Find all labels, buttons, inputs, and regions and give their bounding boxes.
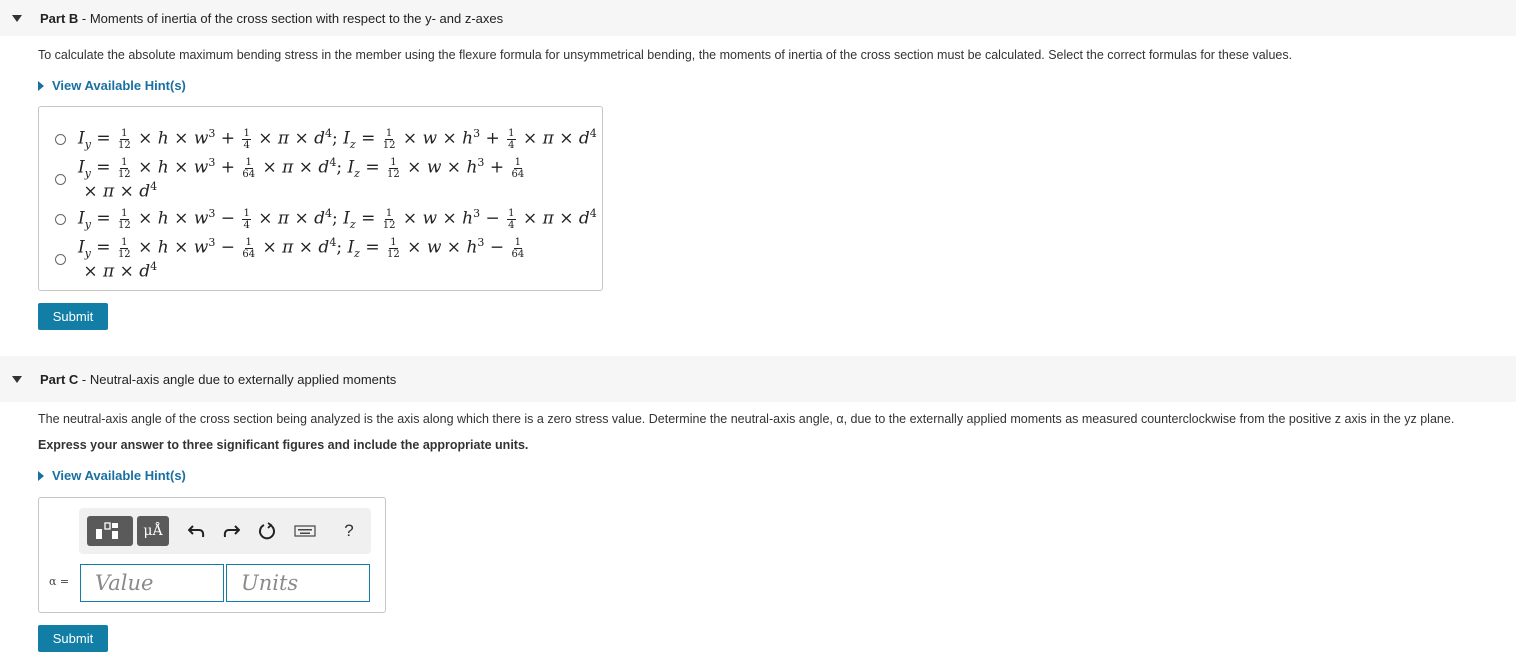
part-c-emphasis: Express your answer to three significant… [38,438,529,452]
formula-text: Iy = 1 12 × h × w3 + 14 × π × d4; Iz = 11… [78,126,597,152]
keyboard-button[interactable] [289,516,321,546]
units-button[interactable]: μÅ [137,516,169,546]
radio-button[interactable] [55,253,66,265]
formula-text: Iy = 1 12 × h × w3 − 1 64 × π × d4; Iz = 1… [77,236,525,282]
hint-arrow-icon [38,80,44,91]
value-input[interactable] [80,564,224,602]
undo-button[interactable] [181,516,213,546]
undo-icon [188,525,205,538]
part-c-title: Part C - Neutral-axis angle due to exter… [40,371,397,387]
units-icon: μÅ [143,523,163,539]
hint-arrow-icon [38,470,44,481]
units-input[interactable] [226,564,370,602]
part-b-submit-button[interactable]: Submit [38,303,108,330]
help-icon: ? [344,521,354,540]
redo-button[interactable] [215,516,247,546]
redo-icon [223,525,240,538]
templates-button[interactable] [87,516,133,546]
keyboard-icon [294,525,316,537]
part-c-instruction: The neutral-axis angle of the cross sect… [38,412,1455,426]
formula-text: Iy = 1 12 × h × w3 − 14 × π × d4; Iz = 11… [78,206,597,232]
reset-icon [259,522,275,540]
answer-box: μÅ ? α = Value Units [38,497,386,613]
hint-label: View Available Hint(s) [52,78,186,93]
radio-button[interactable] [55,173,66,185]
reset-button[interactable] [251,516,283,546]
collapse-triangle-icon[interactable] [12,14,22,22]
part-b-header[interactable]: Part B - Moments of inertia of the cross… [0,0,1516,36]
part-b-instruction: To calculate the absolute maximum bendin… [38,48,1293,62]
formula-option[interactable]: Iy = 1 12 × h × w3 + 14 × π × d4; Iz = 11… [55,124,597,154]
hint-label: View Available Hint(s) [52,468,186,483]
formula-options: Iy = 1 12 × h × w3 + 14 × π × d4; Iz = 11… [38,106,603,291]
collapse-triangle-icon[interactable] [12,375,22,383]
part-b-hint-link[interactable]: View Available Hint(s) [38,78,186,93]
formula-option[interactable]: Iy = 1 12 × h × w3 − 14 × π × d4; Iz = 11… [55,204,597,234]
help-button[interactable]: ? [333,516,365,546]
radio-button[interactable] [55,213,66,225]
part-c-hint-link[interactable]: View Available Hint(s) [38,468,186,483]
formula-option[interactable]: Iy = 1 12 × h × w3 − 1 64 × π × d4; Iz = 1… [55,236,602,282]
part-c-header[interactable]: Part C - Neutral-axis angle due to exter… [0,356,1516,402]
formula-text: Iy = 1 12 × h × w3 + 1 64 × π × d4; Iz = 1… [77,156,525,202]
part-b-title: Part B - Moments of inertia of the cross… [40,10,504,26]
templates-icon [96,522,118,539]
radio-button[interactable] [55,133,66,145]
formula-option[interactable]: Iy = 1 12 × h × w3 + 1 64 × π × d4; Iz = 1… [55,156,602,202]
alpha-label: α = [49,575,70,588]
part-c-submit-button[interactable]: Submit [38,625,108,652]
math-toolbar: μÅ ? [79,508,371,554]
